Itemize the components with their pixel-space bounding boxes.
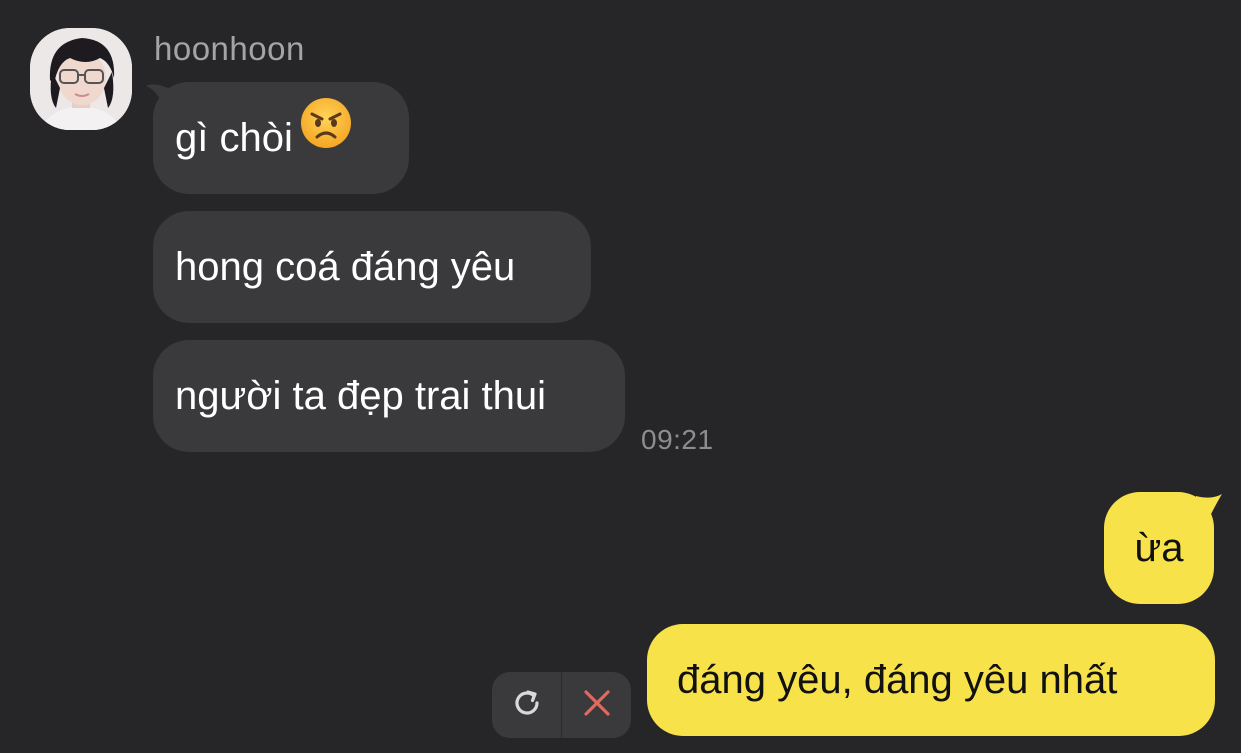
outgoing-message-failed[interactable]: đáng yêu, đáng yêu nhất — [647, 624, 1215, 736]
message-text: ừa — [1134, 526, 1184, 570]
message-text: đáng yêu, đáng yêu nhất — [677, 658, 1118, 702]
sender-name: hoonhoon — [154, 30, 305, 67]
angry-face-icon — [299, 81, 353, 193]
outgoing-message[interactable]: ừa — [1104, 492, 1214, 604]
chat-view: hoonhoon gì chòi hong coá đáng yêu người… — [0, 0, 1241, 753]
message-text: gì chòi — [175, 116, 293, 160]
retry-icon — [510, 686, 544, 725]
contact-avatar[interactable] — [30, 28, 132, 130]
close-icon — [582, 688, 612, 723]
message-text: người ta đẹp trai thui — [175, 374, 546, 418]
failed-message-actions — [492, 672, 631, 738]
avatar-photo — [30, 28, 132, 130]
retry-button[interactable] — [492, 672, 561, 738]
incoming-message[interactable]: gì chòi — [153, 82, 409, 194]
message-timestamp: 09:21 — [641, 424, 714, 455]
delete-button[interactable] — [562, 672, 631, 738]
incoming-message[interactable]: hong coá đáng yêu — [153, 211, 591, 323]
message-text: hong coá đáng yêu — [175, 245, 516, 289]
incoming-message[interactable]: người ta đẹp trai thui — [153, 340, 625, 452]
